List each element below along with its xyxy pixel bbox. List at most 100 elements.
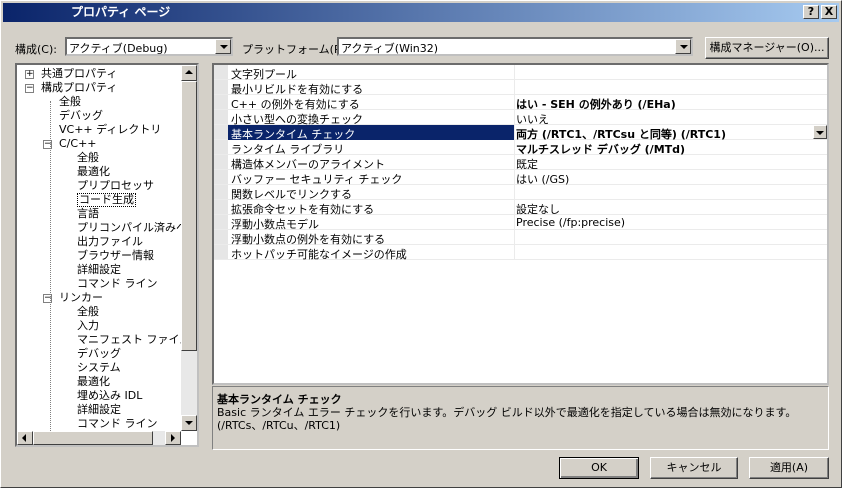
- property-row[interactable]: 構造体メンバーのアライメント 既定: [214, 155, 827, 171]
- tree-item[interactable]: 共通プロパティ: [41, 67, 117, 81]
- scroll-thumb[interactable]: [181, 81, 197, 351]
- tree-item[interactable]: 最適化: [77, 375, 110, 389]
- hscroll-thumb[interactable]: [33, 431, 153, 445]
- chevron-down-icon: [816, 131, 824, 135]
- property-grid: 文字列プール 最小リビルドを有効にする C++ の例外を有効にする はい - SEH …: [212, 63, 829, 385]
- column-separator: [514, 155, 515, 169]
- platform-label: プラットフォーム(P):: [242, 43, 349, 56]
- property-row[interactable]: 関数レベルでリンクする: [214, 185, 827, 201]
- tree-item[interactable]: 全般: [77, 305, 99, 319]
- property-row[interactable]: 拡張命令セットを有効にする 設定なし: [214, 200, 827, 216]
- window-title: プロパティ ページ: [71, 5, 171, 19]
- chevron-down-icon: [680, 45, 688, 49]
- tree-item[interactable]: 構成プロパティ: [41, 81, 117, 95]
- platform-combo[interactable]: アクティブ(Win32): [337, 37, 693, 56]
- row-gutter: [214, 65, 228, 79]
- tree-item[interactable]: デバッグ: [77, 347, 121, 361]
- property-row[interactable]: ランタイム ライブラリ マルチスレッド デバッグ (/MTd): [214, 140, 827, 156]
- column-separator: [514, 110, 515, 124]
- scroll-left-button[interactable]: [17, 431, 33, 445]
- property-row[interactable]: ホットパッチ可能なイメージの作成: [214, 245, 827, 261]
- property-name: ホットパッチ可能なイメージの作成: [231, 248, 407, 261]
- tree-expander-icon[interactable]: −: [25, 84, 34, 93]
- platform-dropdown-button[interactable]: [675, 39, 691, 54]
- property-row[interactable]: 文字列プール: [214, 65, 827, 81]
- description-title: 基本ランタイム チェック: [217, 393, 342, 406]
- property-row[interactable]: 基本ランタイム チェック 両方 (/RTC1、/RTCsu と同等) (/RTC1…: [214, 125, 827, 141]
- arrow-right-icon: [171, 434, 175, 442]
- column-separator: [514, 140, 515, 154]
- tree-item[interactable]: コマンド ライン: [77, 277, 158, 291]
- row-gutter: [214, 185, 228, 199]
- row-gutter: [214, 230, 228, 244]
- tree-item[interactable]: 言語: [77, 207, 99, 221]
- value-dropdown-button[interactable]: [813, 125, 827, 139]
- column-separator: [514, 80, 515, 94]
- help-button[interactable]: ?: [803, 5, 819, 19]
- tree-item[interactable]: コマンド ライン: [77, 417, 158, 431]
- column-separator: [514, 65, 515, 79]
- config-label: 構成(C):: [15, 43, 57, 56]
- property-row[interactable]: 浮動小数点の例外を有効にする: [214, 230, 827, 246]
- column-separator: [514, 230, 515, 244]
- tree-vertical-scrollbar[interactable]: [181, 65, 197, 431]
- tree-item[interactable]: デバッグ: [59, 109, 103, 123]
- tree-item[interactable]: 埋め込み IDL: [77, 389, 142, 403]
- column-separator: [514, 185, 515, 199]
- arrow-left-icon: [22, 434, 26, 442]
- scroll-right-button[interactable]: [165, 431, 181, 445]
- row-gutter: [214, 95, 228, 109]
- description-text: Basic ランタイム エラー チェックを行います。デバッグ ビルド以外で最適化…: [217, 406, 802, 432]
- tree-item[interactable]: システム: [77, 361, 121, 375]
- property-row[interactable]: 浮動小数点モデル Precise (/fp:precise): [214, 215, 827, 231]
- property-row[interactable]: 小さい型への変換チェック いいえ: [214, 110, 827, 126]
- row-gutter: [214, 110, 228, 124]
- scroll-up-button[interactable]: [181, 65, 197, 81]
- property-row[interactable]: 最小リビルドを有効にする: [214, 80, 827, 96]
- config-dropdown-button[interactable]: [215, 39, 231, 54]
- category-tree: + 共通プロパティ − 構成プロパティ 全般 デバッグ VC++ ディレクトリ − C/C++ 全…: [15, 63, 199, 447]
- tree-item[interactable]: C/C++: [59, 137, 97, 151]
- config-manager-button[interactable]: 構成マネージャー(O)...: [705, 37, 829, 59]
- tree-item[interactable]: マニフェスト ファイル: [77, 333, 191, 347]
- tree-item[interactable]: プリプロセッサ: [77, 179, 154, 193]
- tree-item[interactable]: 詳細設定: [77, 263, 121, 277]
- close-button[interactable]: X: [821, 5, 837, 19]
- chevron-down-icon: [220, 45, 228, 49]
- tree-expander-icon[interactable]: +: [25, 70, 34, 79]
- column-separator: [514, 200, 515, 214]
- tree-item[interactable]: コード生成: [77, 193, 136, 207]
- row-gutter: [214, 125, 228, 139]
- scroll-down-button[interactable]: [181, 415, 197, 431]
- config-combo[interactable]: アクティブ(Debug): [65, 37, 233, 56]
- property-row[interactable]: バッファー セキュリティ チェック はい (/GS): [214, 170, 827, 186]
- tree-item[interactable]: リンカー: [59, 291, 103, 305]
- arrow-up-icon: [185, 70, 193, 74]
- config-value: アクティブ(Debug): [69, 42, 168, 55]
- tree-item[interactable]: VC++ ディレクトリ: [59, 123, 161, 137]
- row-gutter: [214, 80, 228, 94]
- tree-item[interactable]: 詳細設定: [77, 403, 121, 417]
- tree-item[interactable]: 全般: [77, 151, 99, 165]
- tree-item[interactable]: 出力ファイル: [77, 235, 143, 249]
- ok-button[interactable]: OK: [559, 457, 639, 479]
- row-gutter: [214, 245, 228, 259]
- row-gutter: [214, 140, 228, 154]
- property-value[interactable]: Precise (/fp:precise): [516, 216, 625, 229]
- platform-value: アクティブ(Win32): [341, 42, 439, 55]
- title-bar: プロパティ ページ ? X: [3, 3, 839, 22]
- tree-horizontal-scrollbar[interactable]: [17, 431, 181, 445]
- tree-item[interactable]: ブラウザー情報: [77, 249, 154, 263]
- row-gutter: [214, 170, 228, 184]
- tree-connector-line: [50, 101, 51, 431]
- property-row[interactable]: C++ の例外を有効にする はい - SEH の例外あり (/EHa): [214, 95, 827, 111]
- tree-item[interactable]: 最適化: [77, 165, 110, 179]
- cancel-button[interactable]: キャンセル: [650, 457, 738, 479]
- column-separator: [514, 95, 515, 109]
- row-gutter: [214, 215, 228, 229]
- column-separator: [514, 215, 515, 229]
- property-pages-window: プロパティ ページ ? X 構成(C): アクティブ(Debug) プラットフォ…: [0, 0, 842, 488]
- apply-button[interactable]: 適用(A): [749, 457, 829, 479]
- tree-item[interactable]: 全般: [59, 95, 81, 109]
- tree-item[interactable]: 入力: [77, 319, 99, 333]
